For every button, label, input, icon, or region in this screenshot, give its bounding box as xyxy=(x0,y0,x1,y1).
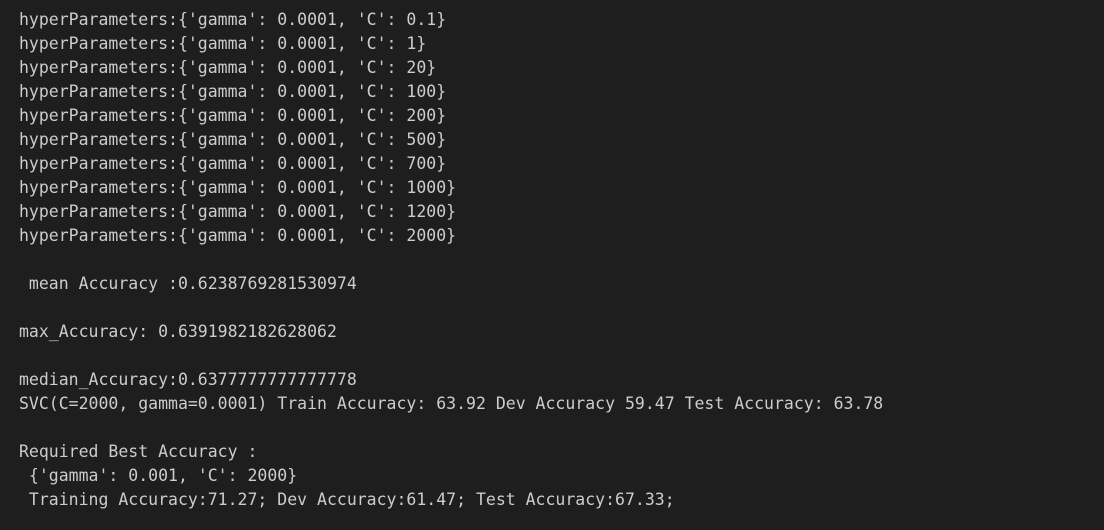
hyperparameters-line-9: hyperParameters:{'gamma': 0.0001, 'C': 1… xyxy=(19,202,457,221)
hyperparameters-line-6: hyperParameters:{'gamma': 0.0001, 'C': 5… xyxy=(19,130,447,149)
svc-results-line: SVC(C=2000, gamma=0.0001) Train Accuracy… xyxy=(19,394,884,413)
mean-accuracy-line: mean Accuracy :0.6238769281530974 xyxy=(19,274,357,293)
hyperparameters-line-3: hyperParameters:{'gamma': 0.0001, 'C': 2… xyxy=(19,58,437,77)
median-accuracy-line: median_Accuracy:0.6377777777777778 xyxy=(19,370,357,389)
best-params-line: {'gamma': 0.001, 'C': 2000} xyxy=(19,466,298,485)
hyperparameters-line-2: hyperParameters:{'gamma': 0.0001, 'C': 1… xyxy=(19,34,427,53)
hyperparameters-line-8: hyperParameters:{'gamma': 0.0001, 'C': 1… xyxy=(19,178,457,197)
hyperparameters-line-5: hyperParameters:{'gamma': 0.0001, 'C': 2… xyxy=(19,106,447,125)
hyperparameters-line-4: hyperParameters:{'gamma': 0.0001, 'C': 1… xyxy=(19,82,447,101)
max-accuracy-line: max_Accuracy: 0.6391982182628062 xyxy=(19,322,337,341)
terminal-output[interactable]: hyperParameters:{'gamma': 0.0001, 'C': 0… xyxy=(0,0,1104,530)
hyperparameters-line-1: hyperParameters:{'gamma': 0.0001, 'C': 0… xyxy=(19,10,447,29)
hyperparameters-line-7: hyperParameters:{'gamma': 0.0001, 'C': 7… xyxy=(19,154,447,173)
required-best-accuracy-heading: Required Best Accuracy : xyxy=(19,442,258,461)
best-accuracy-results-line: Training Accuracy:71.27; Dev Accuracy:61… xyxy=(19,490,675,509)
hyperparameters-line-10: hyperParameters:{'gamma': 0.0001, 'C': 2… xyxy=(19,226,457,245)
